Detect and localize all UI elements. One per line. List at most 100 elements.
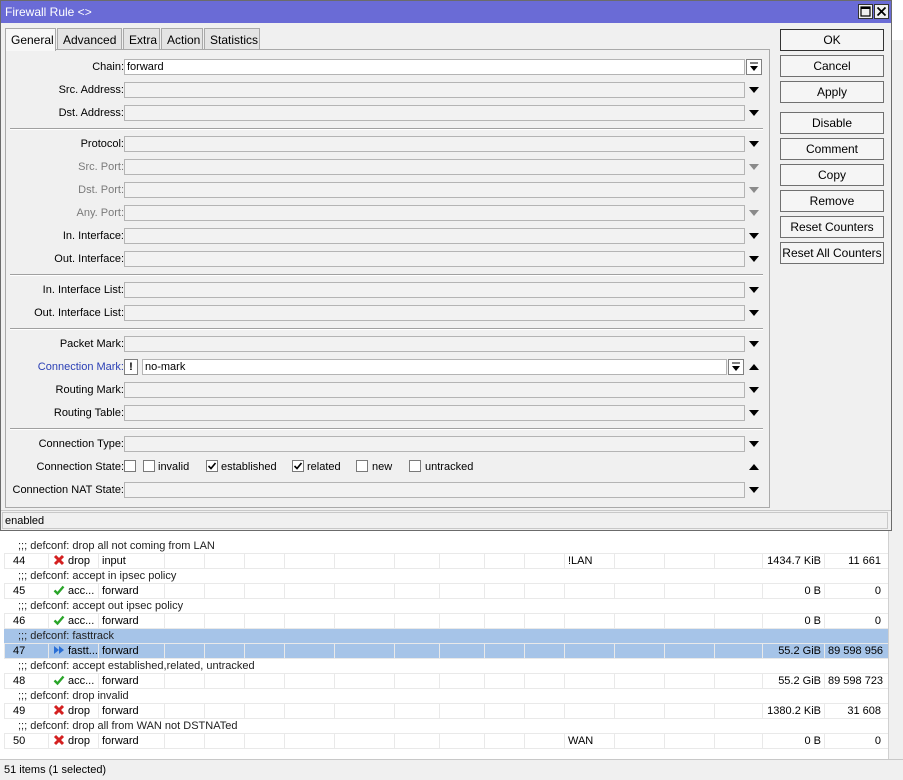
rule-packets: 0	[824, 734, 884, 749]
state-untracked-checkbox[interactable]	[409, 460, 421, 472]
rule-cell	[204, 704, 244, 719]
drop-icon	[53, 734, 65, 746]
reset-counters-button[interactable]: Reset Counters	[780, 216, 884, 238]
state-established-checkbox[interactable]	[206, 460, 218, 472]
disable-button[interactable]: Disable	[780, 112, 884, 134]
tab-extra[interactable]: Extra	[123, 28, 160, 50]
rule-comment-row[interactable]: ;;; defconf: drop all not coming from LA…	[4, 539, 888, 554]
tab-general[interactable]: General	[5, 28, 56, 51]
out-interface-dropdown-icon[interactable]	[748, 254, 760, 264]
src-address-input[interactable]	[124, 82, 745, 98]
routing-table-row: Routing Table:	[6, 405, 769, 423]
rule-row[interactable]: 47 fastt... forward 55.2 GiB 89 598 956	[4, 644, 888, 659]
ok-button[interactable]: OK	[780, 29, 884, 51]
protocol-dropdown-icon[interactable]	[748, 139, 760, 149]
fasttrack-icon	[53, 644, 65, 656]
in-interface-input[interactable]	[124, 228, 745, 244]
rule-row[interactable]: 50 drop forward WAN 0 B 0	[4, 734, 888, 749]
dst-address-label: Dst. Address:	[58, 107, 124, 119]
protocol-row: Protocol:	[6, 136, 769, 154]
chain-dropdown-button[interactable]	[746, 59, 762, 75]
rule-comment-row[interactable]: ;;; defconf: accept in ipsec policy	[4, 569, 888, 584]
copy-button[interactable]: Copy	[780, 164, 884, 186]
src-address-dropdown-icon[interactable]	[748, 85, 760, 95]
src-address-label: Src. Address:	[58, 84, 124, 96]
rule-cell	[524, 734, 564, 749]
connection-mark-collapse-icon[interactable]	[748, 362, 760, 372]
dropdown-arrow-icon	[732, 362, 740, 371]
reset-all-counters-button[interactable]: Reset All Counters	[780, 242, 884, 264]
in-interface-list-input[interactable]	[124, 282, 745, 298]
connection-mark-input[interactable]: no-mark	[142, 359, 727, 375]
connection-type-dropdown-icon[interactable]	[748, 439, 760, 449]
rule-number: 46	[4, 614, 48, 629]
rule-comment-row[interactable]: ;;; defconf: accept out ipsec policy	[4, 599, 888, 614]
rule-comment-row[interactable]: ;;; defconf: drop invalid	[4, 689, 888, 704]
connection-mark-negate-toggle[interactable]: !	[124, 359, 138, 375]
rule-cell	[664, 644, 714, 659]
rule-row[interactable]: 44 drop input !LAN 1434.7 KiB 11 661	[4, 554, 888, 569]
connection-state-negate-checkbox[interactable]	[124, 460, 136, 472]
out-interface-input[interactable]	[124, 251, 745, 267]
rule-cell	[394, 644, 439, 659]
checkmark-icon	[207, 462, 217, 470]
rule-row[interactable]: 49 drop forward 1380.2 KiB 31 608	[4, 704, 888, 719]
rule-cell	[664, 674, 714, 689]
rule-cell	[244, 674, 284, 689]
out-interface-list-input[interactable]	[124, 305, 745, 321]
rule-comment-text: ;;; defconf: drop invalid	[18, 690, 129, 702]
connection-type-input[interactable]	[124, 436, 745, 452]
state-invalid-checkbox[interactable]	[143, 460, 155, 472]
in-interface-list-dropdown-icon[interactable]	[748, 285, 760, 295]
connection-state-collapse-icon[interactable]	[748, 462, 760, 472]
rule-row[interactable]: 46 acc... forward 0 B 0	[4, 614, 888, 629]
chain-input[interactable]: forward	[124, 59, 745, 75]
state-new-checkbox[interactable]	[356, 460, 368, 472]
rule-cell	[244, 614, 284, 629]
dst-address-input[interactable]	[124, 105, 745, 121]
dialog-titlebar[interactable]: Firewall Rule <>	[1, 1, 891, 23]
tab-statistics[interactable]: Statistics	[204, 28, 260, 50]
dst-address-dropdown-icon[interactable]	[748, 108, 760, 118]
rule-bytes: 0 B	[762, 614, 824, 629]
connection-nat-state-input[interactable]	[124, 482, 745, 498]
in-interface-dropdown-icon[interactable]	[748, 231, 760, 241]
rule-row[interactable]: 45 acc... forward 0 B 0	[4, 584, 888, 599]
routing-table-dropdown-icon[interactable]	[748, 408, 760, 418]
routing-mark-dropdown-icon[interactable]	[748, 385, 760, 395]
rule-packets-text: 11 661	[848, 555, 881, 567]
routing-mark-input[interactable]	[124, 382, 745, 398]
rule-comment-row[interactable]: ;;; defconf: fasttrack	[4, 629, 888, 644]
out-interface-list-dropdown-icon[interactable]	[748, 308, 760, 318]
rule-cell	[244, 644, 284, 659]
connection-mark-dropdown-button[interactable]	[728, 359, 744, 375]
routing-table-input[interactable]	[124, 405, 745, 421]
packet-mark-dropdown-icon[interactable]	[748, 339, 760, 349]
state-related-checkbox[interactable]	[292, 460, 304, 472]
tab-action[interactable]: Action	[161, 28, 203, 50]
rule-number-text: 47	[13, 645, 26, 657]
drop-icon	[53, 554, 65, 566]
protocol-input[interactable]	[124, 136, 745, 152]
rule-cell	[334, 644, 394, 659]
rule-cell	[164, 584, 204, 599]
cancel-button[interactable]: Cancel	[780, 55, 884, 77]
tab-advanced[interactable]: Advanced	[57, 28, 122, 50]
rule-comment-row[interactable]: ;;; defconf: accept established,related,…	[4, 659, 888, 674]
out-interface-list-label: Out. Interface List:	[34, 307, 124, 319]
remove-button[interactable]: Remove	[780, 190, 884, 212]
packet-mark-input[interactable]	[124, 336, 745, 352]
close-button[interactable]	[874, 4, 889, 19]
rule-row[interactable]: 48 acc... forward 55.2 GiB 89 598 723	[4, 674, 888, 689]
rule-cell	[284, 554, 334, 569]
rule-cell	[714, 614, 762, 629]
rule-cell	[524, 584, 564, 599]
rule-cell	[484, 644, 524, 659]
rule-comment-row[interactable]: ;;; defconf: drop all from WAN not DSTNA…	[4, 719, 888, 734]
comment-button[interactable]: Comment	[780, 138, 884, 160]
apply-button[interactable]: Apply	[780, 81, 884, 103]
connection-nat-state-dropdown-icon[interactable]	[748, 485, 760, 495]
maximize-button[interactable]	[858, 4, 873, 19]
rule-cell	[204, 614, 244, 629]
rule-number-text: 45	[13, 585, 26, 597]
